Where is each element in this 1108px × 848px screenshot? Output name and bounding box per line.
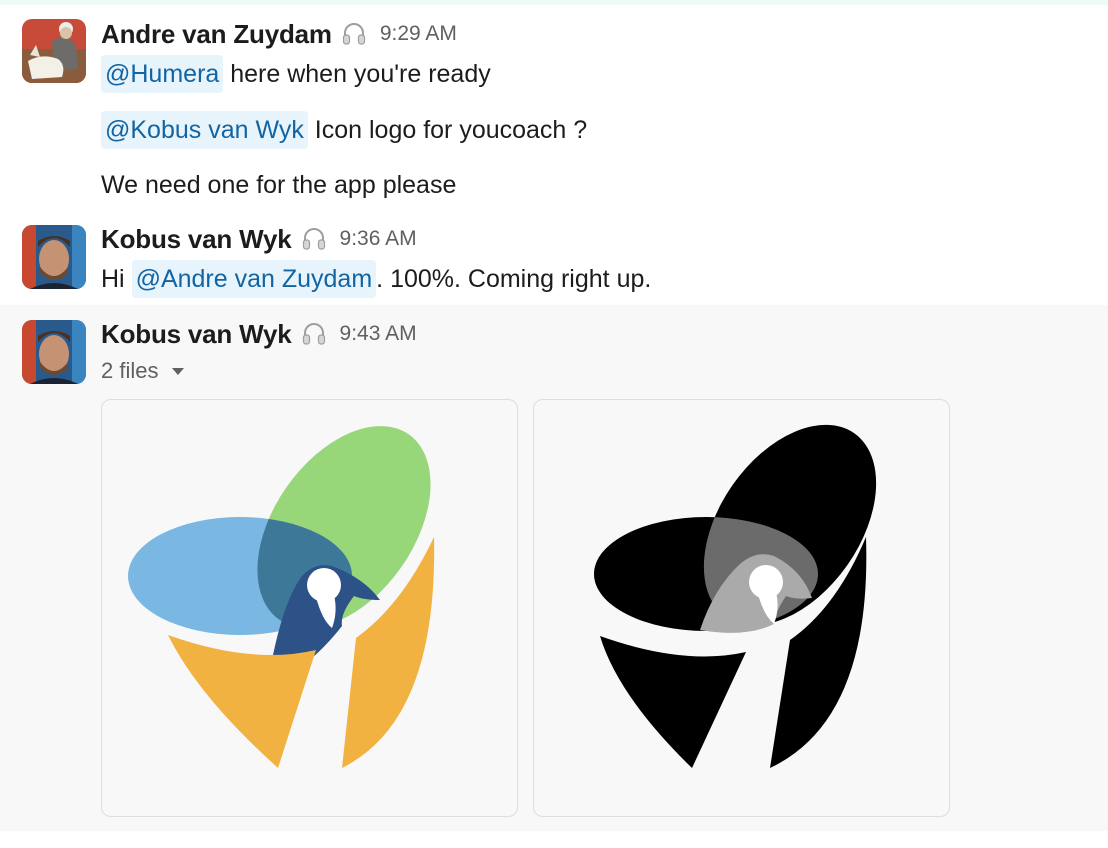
avatar[interactable] <box>22 320 86 384</box>
message-header: Kobus van Wyk 9:43 AM <box>101 316 417 352</box>
mention-link[interactable]: @Kobus van Wyk <box>101 111 308 149</box>
files-toggle[interactable]: 2 files <box>101 353 185 389</box>
message-text-segment: here when you're ready <box>223 60 491 88</box>
message-text: @Kobus van Wyk Icon logo for youcoach ? <box>101 111 587 149</box>
avatar[interactable] <box>22 19 86 83</box>
message-text-segment: We need one for the app please <box>101 171 457 199</box>
message-header: Kobus van Wyk 9:36 AM <box>101 221 417 257</box>
message-text-segment: Icon logo for youcoach ? <box>307 116 588 144</box>
mention-link[interactable]: @Humera <box>101 55 224 93</box>
image-attachment-monochrome-logo[interactable] <box>533 399 950 817</box>
color-logo-image <box>128 426 435 768</box>
message-text-segment: Hi <box>101 265 132 293</box>
message-text: We need one for the app please <box>101 167 456 203</box>
image-attachment-color-logo[interactable] <box>101 399 518 817</box>
message-text: Hi @Andre van Zuydam. 100%. Coming right… <box>101 260 651 298</box>
caret-down-icon <box>172 367 185 375</box>
avatar[interactable] <box>22 225 86 289</box>
headphones-icon <box>300 320 328 348</box>
files-count-label: 2 files <box>101 358 159 383</box>
headphones-icon <box>300 225 328 253</box>
avatar-portrait-image <box>22 320 86 384</box>
timestamp[interactable]: 9:43 AM <box>340 322 417 346</box>
avatar-knight-image <box>22 19 86 83</box>
monochrome-logo-image <box>594 424 877 768</box>
message-kobus-936[interactable]: Kobus van Wyk 9:36 AM Hi @Andre van Zuyd… <box>0 204 1108 305</box>
timestamp[interactable]: 9:36 AM <box>340 227 417 251</box>
headphones-icon <box>340 20 368 48</box>
message-text: @Humera here when you're ready <box>101 55 491 93</box>
sender-name[interactable]: Kobus van Wyk <box>101 224 292 255</box>
timestamp[interactable]: 9:29 AM <box>380 22 457 46</box>
mention-link[interactable]: @Andre van Zuydam <box>131 260 377 298</box>
sender-name[interactable]: Kobus van Wyk <box>101 319 292 350</box>
avatar-portrait-image <box>22 225 86 289</box>
message-andre-929[interactable]: Andre van Zuydam 9:29 AM @Humera here wh… <box>0 5 1108 204</box>
message-text-segment: . 100%. Coming right up. <box>376 265 652 293</box>
sender-name[interactable]: Andre van Zuydam <box>101 19 332 50</box>
message-header: Andre van Zuydam 9:29 AM <box>101 16 457 52</box>
